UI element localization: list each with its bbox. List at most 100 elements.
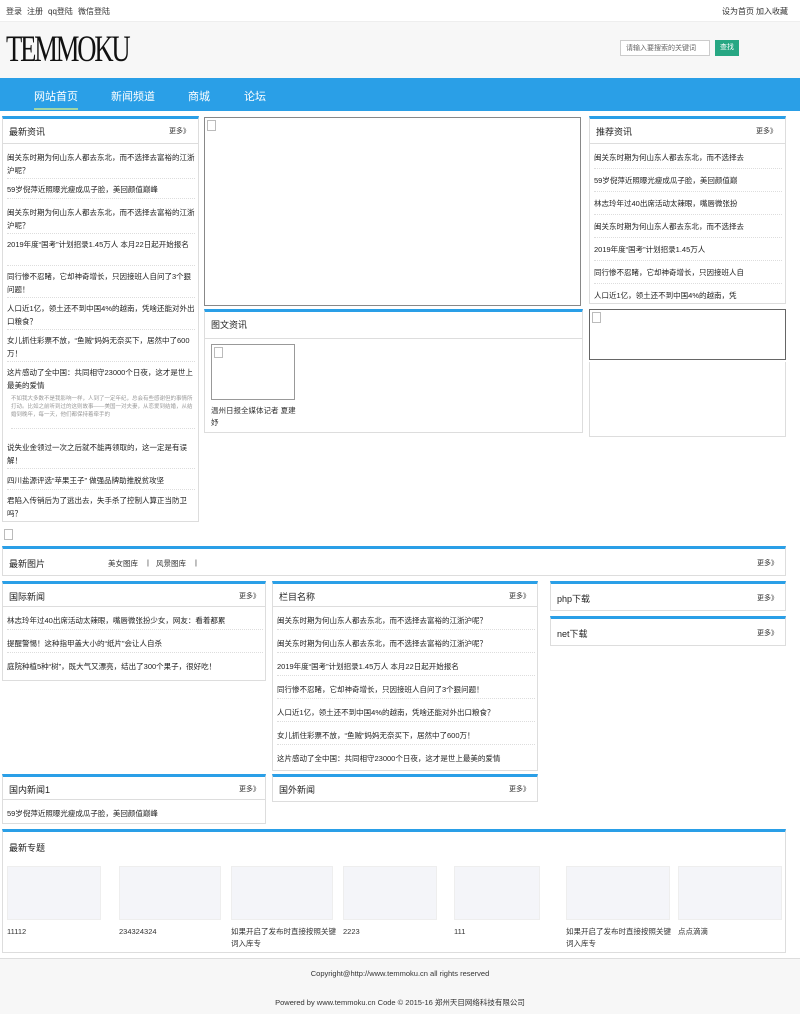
separator: | bbox=[195, 558, 197, 567]
list-item[interactable]: 闽关东时期为何山东人都去东北，而不选择去 bbox=[594, 151, 782, 169]
topic-title[interactable]: 234324324 bbox=[119, 926, 223, 938]
thumbnail-caption[interactable]: 温州日报全媒体记者 夏建妤 bbox=[211, 405, 297, 429]
list-item[interactable]: 闽关东时期为何山东人都去东北，而不选择去富裕的江浙沪呢？ bbox=[7, 206, 195, 234]
latest-topics-panel: 最新专题 11112 234324324 如果开启了发布时直接按照关键词入库专 … bbox=[2, 829, 786, 953]
site-logo[interactable]: TEMMOKU bbox=[6, 30, 131, 70]
login-link[interactable]: 登录 bbox=[6, 6, 22, 17]
list-item[interactable]: 君陷入传销后为了逃出去，失手杀了控制人算正当防卫吗？ bbox=[7, 494, 195, 522]
panel-title: 图文资讯 bbox=[211, 320, 248, 330]
list-item[interactable]: 说失业金领过一次之后就不能再领取的，这一定是有误解！ bbox=[7, 441, 195, 469]
top-bar: 登录 注册 qq登陆 微信登陆 设为首页 加入收藏 bbox=[0, 0, 800, 22]
more-link[interactable]: 更多》 bbox=[757, 628, 778, 638]
list-item[interactable]: 四川盐源评选“苹果王子” 做强品牌助推脱贫攻坚 bbox=[7, 474, 195, 490]
more-link[interactable]: 更多》 bbox=[509, 784, 530, 794]
powered-by-text: Powered by www.temmoku.cn Code © 2015-16… bbox=[275, 998, 525, 1007]
list-item[interactable]: 闽关东时期为何山东人都去东北，而不选择去富裕的江浙沪呢？ bbox=[277, 614, 535, 630]
list-item[interactable]: 人口近1亿，领土还不到中国4%的越南，凭啥还能对外出口粮食？ bbox=[7, 302, 195, 330]
more-link[interactable]: 更多》 bbox=[239, 591, 260, 601]
nav-mall[interactable]: 商城 bbox=[188, 88, 210, 104]
set-homepage-link[interactable]: 设为首页 bbox=[722, 6, 754, 17]
list-item[interactable]: 人口近1亿，领土还不到中国4%的越南，凭啥还能对外出口粮食？ bbox=[277, 706, 535, 722]
list-item[interactable]: 闽关东时期为何山东人都去东北，而不选择去富裕的江浙沪呢？ bbox=[277, 637, 535, 653]
list-item[interactable]: 闽关东时期为何山东人都去东北，而不选择去 bbox=[594, 220, 782, 238]
topic-thumbnail[interactable] bbox=[231, 866, 333, 920]
panel-title: 国内新闻1 bbox=[9, 785, 51, 795]
topic-thumbnail[interactable] bbox=[119, 866, 221, 920]
list-item[interactable]: 闽关东时期为何山东人都去东北，而不选择去富裕的江浙沪呢？ bbox=[7, 151, 195, 179]
list-item[interactable]: 2019年度“国考”计划招录1.45万人 本月22日起开始报名 bbox=[277, 660, 535, 676]
list-item[interactable]: 59岁倪萍近照曝光瘦成瓜子脸，美回颜值巅 bbox=[594, 174, 782, 192]
topic-title[interactable]: 点点滴滴 bbox=[678, 926, 778, 938]
broken-image-icon bbox=[4, 529, 13, 540]
topic-title[interactable]: 如果开启了发布时直接按照关键词入库专 bbox=[231, 926, 337, 950]
more-link[interactable]: 更多》 bbox=[509, 591, 530, 601]
main-nav: 网站首页 新闻频道 商城 论坛 bbox=[0, 78, 800, 111]
topic-thumbnail[interactable] bbox=[678, 866, 782, 920]
list-item[interactable]: 2019年度“国考”计划招录1.45万人 本月22日起开始报名 bbox=[7, 238, 195, 266]
list-item[interactable]: 提醒警惕！这种指甲盖大小的“纸片”会让人自杀 bbox=[7, 637, 263, 653]
news-thumbnail[interactable] bbox=[211, 344, 295, 400]
panel-title: 推荐资讯 bbox=[596, 127, 633, 137]
search-input[interactable]: 请输入要搜索的关键词 bbox=[620, 40, 710, 56]
list-item[interactable]: 人口近1亿，领土还不到中国4%的越南，凭 bbox=[594, 289, 782, 303]
ad-image[interactable] bbox=[589, 309, 786, 360]
latest-news-panel: 最新资讯 更多》 闽关东时期为何山东人都去东北，而不选择去富裕的江浙沪呢？ 59… bbox=[2, 116, 199, 522]
panel-title: 最新专题 bbox=[9, 843, 46, 853]
list-item[interactable]: 同行惨不忍睹，它却神奇增长，只因接班人自 bbox=[594, 266, 782, 284]
topic-title[interactable]: 111 bbox=[454, 926, 554, 938]
topic-title[interactable]: 2223 bbox=[343, 926, 443, 938]
panel-title: 栏目名称 bbox=[279, 592, 316, 602]
topic-title[interactable]: 11112 bbox=[7, 926, 107, 938]
nav-forum[interactable]: 论坛 bbox=[244, 88, 266, 104]
panel-title: 国际新闻 bbox=[9, 592, 46, 602]
search-button[interactable]: 查找 bbox=[715, 40, 739, 56]
list-item[interactable]: 这片感动了全中国：共同相守23000个日夜，这才是世上最美的爱情 bbox=[7, 366, 195, 394]
image-news-panel: 图文资讯 温州日报全媒体记者 夏建妤 bbox=[204, 309, 583, 433]
list-item[interactable]: 59岁倪萍近照曝光瘦成瓜子脸，美回颜值巅峰 bbox=[7, 807, 263, 821]
more-link[interactable]: 更多》 bbox=[757, 593, 778, 603]
list-item[interactable]: 女儿抓住彩票不放，“鱼贼”妈妈无奈买下，居然中了600万！ bbox=[7, 334, 195, 362]
list-item[interactable]: 庭院种植5种“树”，既大气又漂亮，结出了300个果子，很好吃！ bbox=[7, 660, 263, 676]
nav-home[interactable]: 网站首页 bbox=[34, 88, 78, 110]
topic-thumbnail[interactable] bbox=[454, 866, 540, 920]
broken-image-icon bbox=[214, 347, 223, 358]
slideshow-image[interactable] bbox=[204, 117, 581, 306]
item-description: 不如我大多数不是我影响一样，人到了一定年纪，总会有些感谢但的事情所打动。比如之前… bbox=[11, 395, 195, 429]
latest-pictures-bar: 最新图片 美女图库 | 风景图库 | 更多》 bbox=[2, 546, 786, 576]
qq-login-link[interactable]: qq登陆 bbox=[48, 6, 73, 17]
right-column-spacer bbox=[589, 362, 786, 437]
list-item[interactable]: 林志玲年过40出席活动太辣眼，嘴唇微张扮 bbox=[594, 197, 782, 215]
panel-title: 最新图片 bbox=[9, 559, 46, 569]
topic-thumbnail[interactable] bbox=[566, 866, 670, 920]
international-news-panel: 国际新闻 更多》 林志玲年过40出席活动太辣眼，嘴唇微张扮少女，网友：看着都累 … bbox=[2, 581, 266, 681]
nav-news[interactable]: 新闻频道 bbox=[111, 88, 155, 104]
wechat-login-link[interactable]: 微信登陆 bbox=[78, 6, 110, 17]
copyright-text: Copyright@http://www.temmoku.cn all righ… bbox=[310, 969, 490, 978]
beauty-gallery-link[interactable]: 美女图库 bbox=[108, 558, 138, 569]
list-item[interactable]: 同行惨不忍睹，它却神奇增长，只因接班人自问了3个狠问题！ bbox=[277, 683, 535, 699]
panel-title: 最新资讯 bbox=[9, 127, 46, 137]
more-link[interactable]: 更多》 bbox=[169, 126, 190, 136]
list-item[interactable]: 女儿抓住彩票不放，“鱼贼”妈妈无奈买下，居然中了600万！ bbox=[277, 729, 535, 745]
blank-ad-area bbox=[323, 476, 503, 534]
php-download-panel: php下载 更多》 bbox=[550, 581, 786, 611]
register-link[interactable]: 注册 bbox=[27, 6, 43, 17]
broken-image-icon bbox=[592, 312, 601, 323]
foreign-news-panel: 国外新闻 更多》 bbox=[272, 774, 538, 802]
list-item[interactable]: 这片感动了全中国：共同相守23000个日夜，这才是世上最美的爱情 bbox=[277, 752, 535, 768]
list-item[interactable]: 59岁倪萍近照曝光瘦成瓜子脸，美回颜值巅峰 bbox=[7, 183, 195, 199]
topic-thumbnail[interactable] bbox=[7, 866, 101, 920]
list-item[interactable]: 林志玲年过40出席活动太辣眼，嘴唇微张扮少女，网友：看着都累 bbox=[7, 614, 263, 630]
scenery-gallery-link[interactable]: 风景图库 bbox=[156, 558, 186, 569]
more-link[interactable]: 更多》 bbox=[239, 784, 260, 794]
more-link[interactable]: 更多》 bbox=[757, 558, 778, 568]
panel-title: php下载 bbox=[557, 594, 591, 604]
topic-thumbnail[interactable] bbox=[343, 866, 437, 920]
list-item[interactable]: 同行惨不忍睹，它却神奇增长，只因接班人自问了3个狠问题！ bbox=[7, 270, 195, 298]
column-panel: 栏目名称 更多》 闽关东时期为何山东人都去东北，而不选择去富裕的江浙沪呢？ 闽关… bbox=[272, 581, 538, 771]
net-download-panel: net下载 更多》 bbox=[550, 616, 786, 646]
add-favorite-link[interactable]: 加入收藏 bbox=[756, 6, 788, 17]
list-item[interactable]: 2019年度“国考”计划招录1.45万人 bbox=[594, 243, 782, 261]
topic-title[interactable]: 如果开启了发布时直接按照关键词入库专 bbox=[566, 926, 672, 950]
more-link[interactable]: 更多》 bbox=[756, 126, 777, 136]
